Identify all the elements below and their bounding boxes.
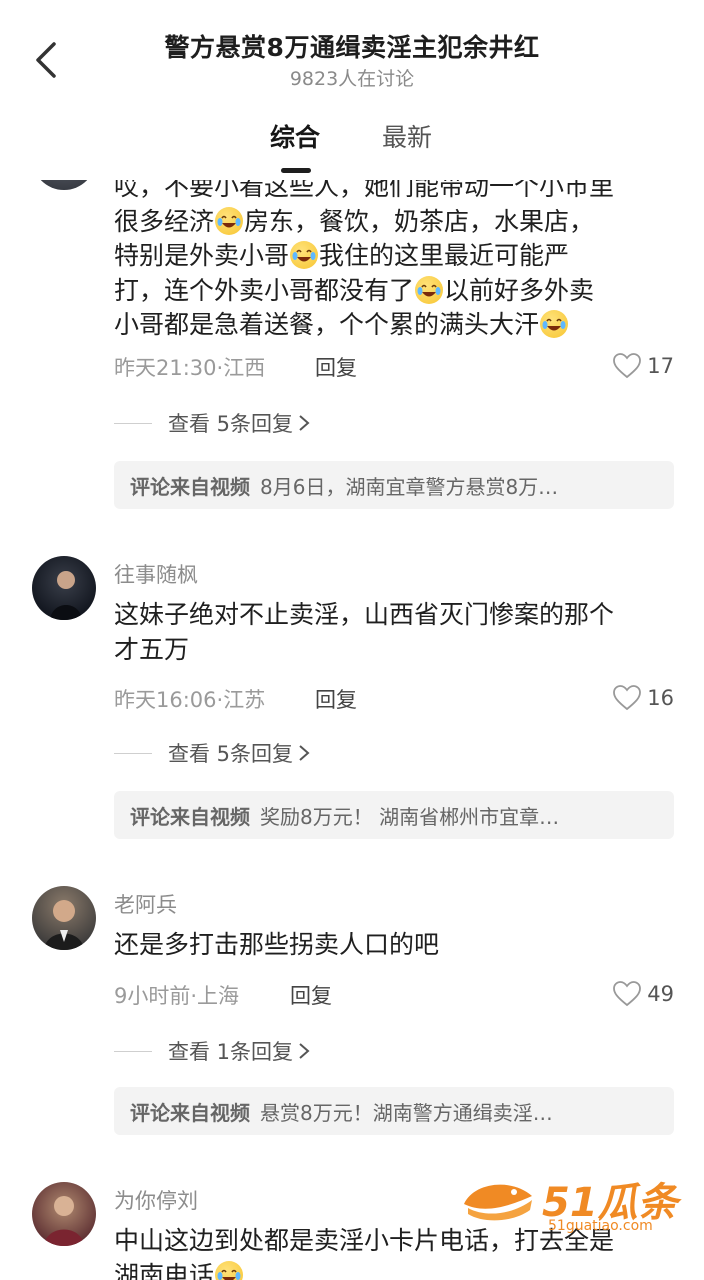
avatar[interactable] — [32, 556, 96, 620]
comment-list[interactable]: 哎，不要小看这些人，她们能带动一个小市里 很多经济 房东，餐饮，奶茶店，水果店， 特别… — [0, 150, 704, 1280]
like-count: 49 — [647, 982, 674, 1006]
discussion-count: 9823人在讨论 — [289, 68, 415, 90]
tab-bar: 综合 最新 — [0, 118, 704, 173]
avatar-person-icon — [44, 1196, 84, 1246]
source-text: 奖励8万元！ 湖南省郴州市宜章… — [260, 804, 560, 829]
laughing-tears-emoji-icon — [415, 275, 444, 304]
chevron-right-icon — [299, 1043, 310, 1059]
avatar[interactable] — [32, 1182, 96, 1246]
divider — [114, 1050, 152, 1052]
username[interactable]: 为你停刘 — [114, 1185, 198, 1215]
view-replies-button[interactable]: 查看 1条回复 — [114, 1036, 311, 1066]
comment-line: 这妹子绝对不止卖淫，山西省灭门惨案的那个 — [114, 598, 674, 633]
source-label: 评论来自视频 — [130, 804, 250, 829]
divider — [114, 752, 152, 754]
username[interactable]: 老阿兵 — [114, 889, 177, 919]
chevron-right-icon — [299, 745, 310, 761]
reply-button[interactable]: 回复 — [315, 684, 357, 714]
comment-meta: 9小时前·上海 — [114, 984, 240, 1008]
watermark-url: 51guatiao.com — [548, 1218, 653, 1234]
watermark-logo: 51瓜条 51guatiao.com — [458, 1168, 688, 1242]
comment-text: 还是多打击那些拐卖人口的吧 — [114, 928, 674, 963]
comment-text-segment: 这妹子绝对不止卖淫，山西省灭门惨案的那个 — [114, 600, 615, 629]
comment-text-segment: 房东，餐饮，奶茶店，水果店， — [244, 206, 595, 236]
tab-comprehensive[interactable]: 综合 — [270, 118, 320, 154]
like-count: 16 — [647, 686, 674, 710]
laughing-tears-emoji-icon — [540, 310, 569, 338]
comment-line: 湖南电话 — [114, 1259, 674, 1280]
video-source-link[interactable]: 评论来自视频 8月6日，湖南宜章警方悬赏8万… — [114, 461, 674, 509]
chevron-right-icon — [299, 415, 310, 431]
source-label: 评论来自视频 — [130, 474, 250, 499]
comment-line: 很多经济 房东，餐饮，奶茶店，水果店， — [114, 205, 674, 240]
tab-latest[interactable]: 最新 — [382, 118, 432, 154]
source-text: 8月6日，湖南宜章警方悬赏8万… — [260, 474, 559, 499]
heart-icon — [613, 685, 642, 711]
video-source-link[interactable]: 评论来自视频 奖励8万元！ 湖南省郴州市宜章… — [114, 791, 674, 839]
view-replies-label: 查看 5条回复 — [168, 742, 294, 766]
like-button[interactable]: 16 — [613, 685, 674, 711]
comment-line: 小哥都是急着送餐，个个累的满头大汗 — [114, 308, 674, 343]
reply-button[interactable]: 回复 — [290, 980, 332, 1010]
top-bar: 警方悬赏8万通缉卖淫主犯余井红 9823人在讨论 综合 最新 — [0, 0, 704, 180]
like-button[interactable]: 49 — [613, 981, 674, 1007]
view-replies-button[interactable]: 查看 5条回复 — [114, 408, 311, 438]
fish-logo-icon — [464, 1184, 532, 1221]
comment-meta: 昨天21:30·江西 — [114, 356, 266, 380]
comment-line: 特别是外卖小哥 我住的这里最近可能严 — [114, 239, 674, 274]
page-title: 警方悬赏8万通缉卖淫主犯余井红 — [164, 33, 540, 62]
laughing-tears-emoji-icon — [215, 206, 244, 235]
comment-line: 打，连个外卖小哥都没有了 以前好多外卖 — [114, 274, 674, 309]
username[interactable]: 往事随枫 — [114, 559, 198, 589]
comment-text-segment: 湖南电话 — [114, 1260, 215, 1280]
avatar[interactable] — [32, 886, 96, 950]
heart-icon — [613, 981, 642, 1007]
heart-icon — [613, 353, 642, 379]
comment-text: 这妹子绝对不止卖淫，山西省灭门惨案的那个 才五万 — [114, 598, 674, 667]
avatar-person-icon — [44, 900, 84, 950]
source-text: 悬赏8万元！湖南警方通缉卖淫… — [260, 1100, 553, 1125]
comment-line: 还是多打击那些拐卖人口的吧 — [114, 928, 674, 963]
laughing-tears-emoji-icon — [290, 241, 319, 269]
view-replies-label: 查看 5条回复 — [168, 412, 294, 436]
like-count: 17 — [647, 354, 674, 378]
comment-text-segment: 特别是外卖小哥 — [114, 241, 290, 270]
comment-meta: 昨天16:06·江苏 — [114, 688, 266, 712]
video-source-link[interactable]: 评论来自视频 悬赏8万元！湖南警方通缉卖淫… — [114, 1087, 674, 1135]
comment-text-segment: 很多经济 — [114, 206, 215, 236]
comment-text-segment: 小哥都是急着送餐，个个累的满头大汗 — [114, 310, 540, 339]
comment-text-segment: 还是多打击那些拐卖人口的吧 — [114, 930, 440, 959]
comment-text-segment: 打，连个外卖小哥都没有了 — [114, 275, 415, 305]
crying-emoji-icon — [215, 1260, 244, 1280]
comment-line: 才五万 — [114, 633, 674, 668]
reply-button[interactable]: 回复 — [315, 352, 357, 382]
view-replies-label: 查看 1条回复 — [168, 1040, 294, 1064]
source-label: 评论来自视频 — [130, 1100, 250, 1125]
view-replies-button[interactable]: 查看 5条回复 — [114, 738, 311, 768]
active-tab-indicator — [281, 168, 311, 173]
comment-text-segment: 才五万 — [114, 634, 190, 664]
comment-text: 哎，不要小看这些人，她们能带动一个小市里 很多经济 房东，餐饮，奶茶店，水果店， 特别… — [114, 170, 674, 343]
like-button[interactable]: 17 — [613, 353, 674, 379]
comment-text-segment: 我住的这里最近可能严 — [319, 241, 570, 270]
divider — [114, 422, 152, 424]
comment-text-segment: 以前好多外卖 — [444, 275, 595, 305]
avatar-person-icon — [50, 571, 82, 620]
